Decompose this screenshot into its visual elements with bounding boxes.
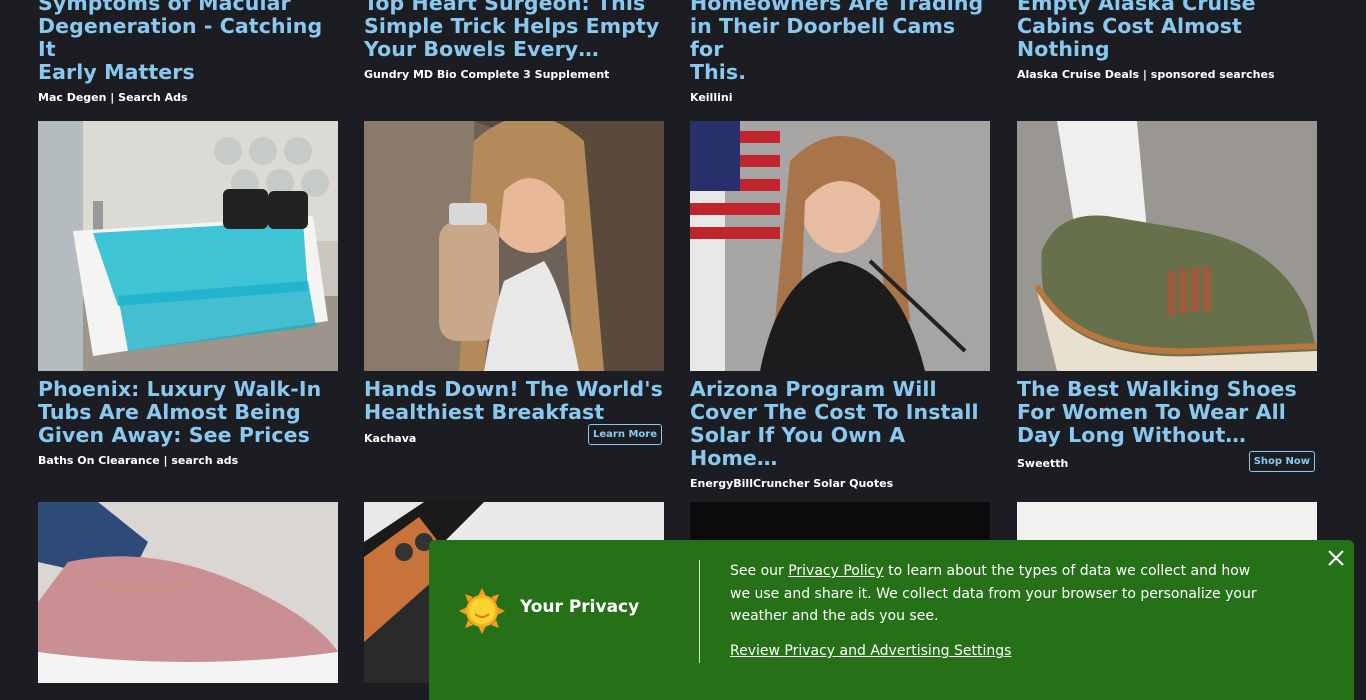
privacy-banner: Your Privacy See our Privacy Policy to l… (429, 540, 1354, 700)
ad-title[interactable]: Homeowners Are Trading in Their Doorbell … (690, 0, 990, 84)
ad-source: Keillini (690, 91, 733, 104)
ad-image-woman-flag[interactable] (690, 121, 990, 371)
ad-image-breakfast-drink[interactable] (364, 121, 664, 371)
ad-card[interactable]: Homeowners Are Trading in Their Doorbell … (690, 0, 990, 104)
review-privacy-settings-link[interactable]: Review Privacy and Advertising Settings (730, 643, 1011, 659)
ad-source: EnergyBillCruncher Solar Quotes (690, 477, 894, 490)
close-icon[interactable] (1324, 546, 1348, 570)
ad-source: Mac Degen | Search Ads (38, 91, 188, 104)
sun-icon (459, 588, 505, 634)
ad-source: Sweetth (1017, 456, 1069, 470)
ad-card[interactable]: Symptoms of Macular Degeneration - Catchi… (38, 0, 338, 104)
ad-source: Gundry MD Bio Complete 3 Supplement (364, 68, 610, 81)
ad-title[interactable]: Symptoms of Macular Degeneration - Catchi… (38, 0, 338, 84)
privacy-divider (699, 560, 700, 663)
ad-source: Baths On Clearance | search ads (38, 454, 239, 467)
ad-title[interactable]: Hands Down! The World's Healthiest Breakf… (364, 378, 664, 424)
ad-title[interactable]: Arizona Program Will Cover The Cost To In… (690, 378, 990, 470)
ad-card[interactable]: Hands Down! The World's Healthiest Breakf… (364, 121, 664, 445)
ad-image-pink-shoes[interactable] (38, 502, 338, 683)
ad-image-walking-shoe[interactable] (1017, 121, 1317, 371)
ad-title[interactable]: The Best Walking Shoes For Women To Wear … (1017, 378, 1317, 447)
ad-card[interactable]: Arizona Program Will Cover The Cost To In… (690, 121, 990, 490)
ad-image-hot-tub[interactable] (38, 121, 338, 371)
ad-card[interactable] (38, 502, 338, 683)
ad-source: Kachava (364, 432, 417, 445)
ad-title[interactable]: Empty Alaska Cruise Cabins Cost Almost Not… (1017, 0, 1317, 61)
ad-title[interactable]: Phoenix: Luxury Walk-In Tubs Are Almost B… (38, 378, 338, 447)
ad-card[interactable]: The Best Walking Shoes For Women To Wear … (1017, 121, 1317, 472)
ad-card[interactable]: Phoenix: Luxury Walk-In Tubs Are Almost B… (38, 121, 338, 467)
shop-now-button[interactable]: Shop Now (1248, 451, 1315, 472)
ad-card[interactable]: Top Heart Surgeon: This Simple Trick Help… (364, 0, 664, 81)
privacy-text: See our Privacy Policy to learn about th… (730, 563, 1257, 624)
learn-more-button[interactable]: Learn More (588, 424, 662, 445)
ad-source: Alaska Cruise Deals | sponsored searches (1017, 68, 1275, 81)
ad-card[interactable]: Empty Alaska Cruise Cabins Cost Almost Not… (1017, 0, 1317, 81)
ad-title[interactable]: Top Heart Surgeon: This Simple Trick Help… (364, 0, 664, 61)
privacy-policy-link[interactable]: Privacy Policy (788, 563, 883, 579)
privacy-title: Your Privacy (520, 597, 640, 617)
